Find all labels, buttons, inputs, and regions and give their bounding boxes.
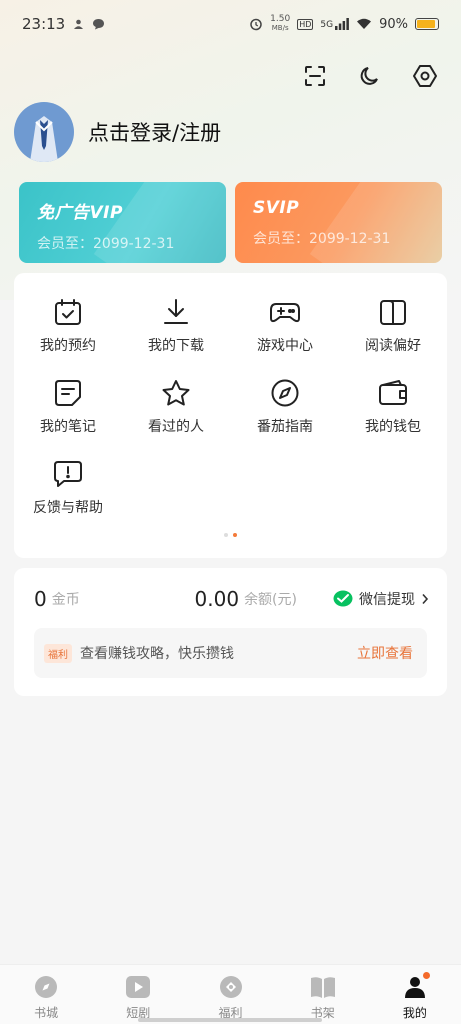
menu-label: 阅读偏好 bbox=[365, 338, 421, 354]
menu-label: 看过的人 bbox=[148, 419, 204, 435]
wechat-withdraw-button[interactable]: 微信提现 bbox=[333, 589, 429, 609]
vip-card[interactable]: 免广告VIP 会员至：2099-12-31 bbox=[19, 182, 226, 263]
coins-unit: 金币 bbox=[51, 592, 80, 608]
balance-value: 0.00 bbox=[194, 587, 240, 611]
feature-grid: 我的预约 我的下载 游戏中心 阅读偏好 我的笔记 看过的人 番茄指南 我的钱包 … bbox=[14, 273, 447, 558]
book-open-icon bbox=[310, 974, 336, 1000]
wechat-icon bbox=[333, 590, 353, 607]
settings-icon[interactable] bbox=[411, 62, 439, 90]
feedback-icon bbox=[14, 457, 122, 491]
menu-item-notes[interactable]: 我的笔记 bbox=[14, 376, 122, 436]
battery-icon bbox=[415, 18, 439, 30]
vip-expiry: 会员至：2099-12-31 bbox=[37, 236, 175, 252]
person-small-icon bbox=[74, 19, 84, 29]
svip-card[interactable]: SVIP 会员至：2099-12-31 bbox=[235, 182, 442, 263]
page-indicator bbox=[14, 533, 447, 537]
gamepad-icon bbox=[231, 295, 339, 329]
wallet-icon bbox=[339, 376, 447, 410]
tab-label: 书城 bbox=[34, 1006, 59, 1020]
menu-label: 番茄指南 bbox=[257, 419, 313, 435]
tab-bookshelf[interactable]: 书架 bbox=[277, 965, 369, 1024]
notification-dot bbox=[422, 972, 430, 979]
menu-item-wallet[interactable]: 我的钱包 bbox=[339, 376, 447, 436]
earnings-row: 0 金币 0.00 余额(元) 微信提现 bbox=[34, 586, 429, 612]
coin-icon bbox=[218, 974, 244, 1000]
menu-label: 我的下载 bbox=[148, 338, 204, 354]
play-icon bbox=[125, 974, 151, 1000]
menu-label: 我的笔记 bbox=[40, 419, 96, 435]
menu-item-reading-prefs[interactable]: 阅读偏好 bbox=[339, 295, 447, 355]
night-mode-icon[interactable] bbox=[356, 62, 384, 90]
top-actions bbox=[301, 62, 439, 90]
compass-circle-icon bbox=[33, 974, 59, 1000]
welfare-tag: 福利 bbox=[44, 643, 72, 663]
alarm-icon bbox=[250, 18, 262, 31]
welfare-banner[interactable]: 福利 查看赚钱攻略，快乐攒钱 立即查看 bbox=[34, 628, 427, 678]
menu-item-feedback[interactable]: 反馈与帮助 bbox=[14, 457, 122, 517]
book-icon bbox=[339, 295, 447, 329]
scan-icon[interactable] bbox=[301, 62, 329, 90]
menu-label: 我的预约 bbox=[40, 338, 96, 354]
chevron-right-icon bbox=[422, 593, 429, 605]
menu-label: 我的钱包 bbox=[365, 419, 421, 435]
bottom-tab-bar: 书城 短剧 福利 书架 我的 bbox=[0, 964, 461, 1024]
menu-item-viewed-people[interactable]: 看过的人 bbox=[122, 376, 230, 436]
wifi-icon bbox=[357, 18, 372, 29]
message-icon bbox=[93, 19, 105, 30]
welfare-text: 查看赚钱攻略，快乐攒钱 bbox=[80, 646, 234, 662]
page-dot-active bbox=[233, 533, 237, 537]
battery-percent: 90% bbox=[379, 16, 408, 32]
balance-block[interactable]: 0.00 余额(元) bbox=[195, 587, 297, 611]
view-now-link[interactable]: 立即查看 bbox=[357, 643, 413, 663]
earnings-card: 0 金币 0.00 余额(元) 微信提现 福利 查看赚钱攻略，快乐攒钱 立即查看 bbox=[14, 568, 447, 696]
tab-mine[interactable]: 我的 bbox=[369, 965, 461, 1024]
page-dot bbox=[224, 533, 228, 537]
status-bar: 23:13 1.50 MB/s HD 5G 90% bbox=[0, 0, 461, 48]
note-icon bbox=[14, 376, 122, 410]
card-decoration bbox=[309, 182, 442, 263]
tab-bookstore[interactable]: 书城 bbox=[0, 965, 92, 1024]
tab-welfare[interactable]: 福利 bbox=[184, 965, 276, 1024]
menu-label: 反馈与帮助 bbox=[33, 500, 103, 516]
signal-icon bbox=[335, 18, 349, 30]
download-icon bbox=[122, 295, 230, 329]
coins-value[interactable]: 0 bbox=[34, 587, 47, 611]
status-time: 23:13 bbox=[22, 15, 66, 33]
menu-item-reservations[interactable]: 我的预约 bbox=[14, 295, 122, 355]
menu-label: 游戏中心 bbox=[257, 338, 313, 354]
person-icon bbox=[402, 972, 430, 1000]
hd-badge: HD bbox=[297, 18, 314, 30]
balance-unit: 余额(元) bbox=[244, 592, 297, 608]
menu-item-game-center[interactable]: 游戏中心 bbox=[231, 295, 339, 355]
menu-item-guide[interactable]: 番茄指南 bbox=[231, 376, 339, 436]
calendar-icon bbox=[14, 295, 122, 329]
home-indicator bbox=[138, 1018, 322, 1022]
star-icon bbox=[122, 376, 230, 410]
avatar[interactable] bbox=[14, 102, 74, 162]
compass-icon bbox=[231, 376, 339, 410]
menu-item-downloads[interactable]: 我的下载 bbox=[122, 295, 230, 355]
login-row[interactable]: 点击登录/注册 bbox=[14, 102, 221, 162]
tab-label: 我的 bbox=[402, 1006, 427, 1020]
svip-expiry: 会员至：2099-12-31 bbox=[253, 231, 391, 247]
network-speed: 1.50 MB/s bbox=[270, 14, 291, 33]
withdraw-label: 微信提现 bbox=[359, 592, 415, 608]
tab-short-drama[interactable]: 短剧 bbox=[92, 965, 184, 1024]
network-type: 5G bbox=[320, 18, 349, 30]
login-text[interactable]: 点击登录/注册 bbox=[88, 117, 221, 147]
